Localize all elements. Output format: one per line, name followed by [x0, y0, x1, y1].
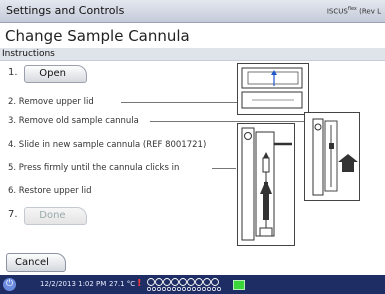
date-time: 12/2/2013 1:02 PM [40, 280, 107, 288]
step-number: 7. [8, 209, 18, 220]
cancel-button[interactable]: Cancel [6, 253, 66, 272]
step-7: 7. Done [8, 206, 87, 225]
battery-icon [233, 280, 245, 290]
temperature: 27.1 °C [109, 280, 136, 288]
leader-line-step-2 [121, 102, 237, 103]
window-title: Settings and Controls [6, 4, 125, 17]
done-button[interactable]: Done [24, 207, 87, 225]
screen: Settings and Controls ISCUSflex (Rev L C… [0, 0, 385, 294]
power-icon[interactable]: ⏻ [3, 278, 16, 291]
alert-icon: ! [137, 278, 142, 289]
page-title: Change Sample Cannula [5, 27, 190, 45]
upper-lid-illustration [237, 63, 309, 115]
status-bar: ⏻ 12/2/2013 1:02 PM 27.1 °C ! [0, 275, 385, 294]
leader-line-step-3 [150, 121, 304, 122]
cannula-removal-illustration [304, 112, 360, 201]
step-1: 1. Open [8, 64, 87, 83]
brand-logo: ISCUSflex (Rev L [326, 6, 381, 16]
step-6: 6. Restore upper lid [8, 186, 92, 196]
step-4: 4. Slide in new sample cannula (REF 8001… [8, 140, 207, 150]
section-header: Instructions [0, 48, 385, 61]
step-5: 5. Press firmly until the cannula clicks… [8, 163, 180, 173]
cannula-insert-illustration [237, 123, 295, 246]
step-number: 1. [8, 67, 18, 78]
title-bar: Settings and Controls ISCUSflex (Rev L [0, 0, 385, 23]
step-3: 3. Remove old sample cannula [8, 116, 139, 126]
vial-status-icons [147, 278, 221, 291]
leader-line-step-5 [212, 168, 236, 169]
step-2: 2. Remove upper lid [8, 97, 94, 107]
open-button[interactable]: Open [24, 65, 87, 83]
